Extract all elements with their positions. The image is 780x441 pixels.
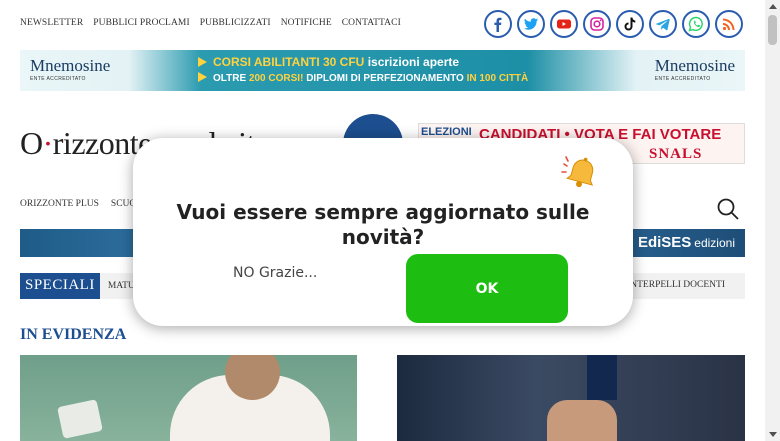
search-icon[interactable] xyxy=(716,197,740,221)
main-nav: ORIZZONTE PLUS SCUOLA xyxy=(20,199,149,209)
facebook-icon[interactable] xyxy=(484,10,512,38)
scroll-up-arrow[interactable] xyxy=(769,4,777,9)
brand-logo-left: Mnemosine ENTE ACCREDITATO xyxy=(30,56,111,82)
no-thanks-button[interactable]: NO Grazie... xyxy=(233,265,317,281)
brand-logo-right: Mnemosine ENTE ACCREDITATO xyxy=(654,56,735,82)
telegram-icon[interactable] xyxy=(649,10,677,38)
speciali-tag: SPECIALI xyxy=(20,273,100,299)
youtube-icon[interactable] xyxy=(550,10,578,38)
ad-line-2: OLTRE 200 CORSI! DIPLOMI DI PERFEZIONAME… xyxy=(198,72,528,84)
edises-logo: EdiSES edizioni xyxy=(637,234,735,251)
dialog-message: Vuoi essere sempre aggiornato sulle novi… xyxy=(176,200,590,249)
whatsapp-icon[interactable] xyxy=(682,10,710,38)
rss-icon[interactable] xyxy=(715,10,743,38)
nav-notifiche[interactable]: NOTIFICHE xyxy=(281,18,332,28)
scrollbar[interactable] xyxy=(765,0,780,441)
ad-line-1: CORSI ABILITANTI 30 CFU iscrizioni apert… xyxy=(198,55,459,69)
article-image-teacher[interactable] xyxy=(20,355,357,441)
nav-newsletter[interactable]: NEWSLETTER xyxy=(20,18,83,28)
nav-pubblici-proclami[interactable]: PUBBLICI PROCLAMI xyxy=(93,18,189,28)
article-image-stop-hand[interactable] xyxy=(397,355,745,441)
notification-dialog: Vuoi essere sempre aggiornato sulle novi… xyxy=(133,138,633,326)
nav-pubblicizzati[interactable]: PUBBLICIZZATI xyxy=(200,18,271,28)
nav-orizzonte-plus[interactable]: ORIZZONTE PLUS xyxy=(20,199,99,209)
instagram-icon[interactable] xyxy=(583,10,611,38)
twitter-icon[interactable] xyxy=(517,10,545,38)
social-links xyxy=(484,10,743,38)
nav-contattaci[interactable]: CONTATTACI xyxy=(342,18,401,28)
ok-button[interactable]: OK xyxy=(406,254,568,323)
page: NEWSLETTER PUBBLICI PROCLAMI PUBBLICIZZA… xyxy=(0,0,765,441)
scrollbar-thumb[interactable] xyxy=(768,15,777,45)
section-title: IN EVIDENZA xyxy=(20,326,127,343)
scroll-down-arrow[interactable] xyxy=(769,432,777,437)
tiktok-icon[interactable] xyxy=(616,10,644,38)
ad-banner-mnemosine[interactable]: Mnemosine ENTE ACCREDITATO CORSI ABILITAN… xyxy=(20,50,745,91)
top-nav: NEWSLETTER PUBBLICI PROCLAMI PUBBLICIZZA… xyxy=(20,18,401,28)
bell-icon xyxy=(561,156,594,188)
speciali-item-interpelli[interactable]: INTERPELLI DOCENTI xyxy=(627,280,725,290)
